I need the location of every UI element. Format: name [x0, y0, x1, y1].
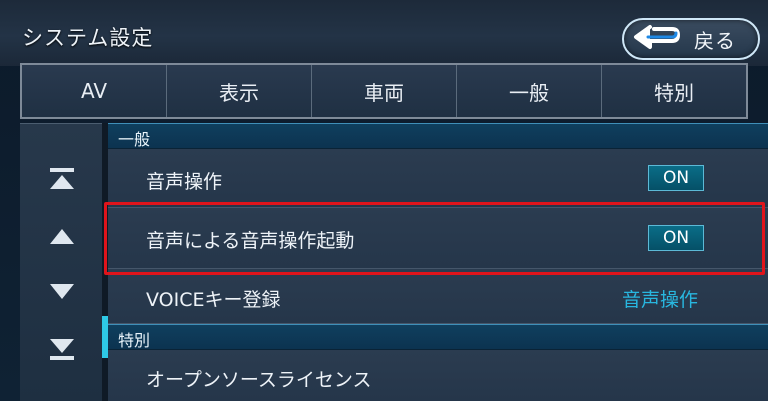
scroll-down-icon: [50, 284, 74, 299]
list-item-label: 音声操作: [146, 171, 223, 193]
category-tabs: AV 表示 車両 一般 特別: [20, 63, 748, 119]
tab-display[interactable]: 表示: [166, 65, 311, 117]
tab-av[interactable]: AV: [22, 65, 166, 117]
list-item-label: オープンソースライセンス: [146, 369, 372, 391]
back-button[interactable]: 戻る: [622, 18, 760, 60]
voice-key-value: 音声操作: [621, 289, 698, 311]
list-item-voice-key[interactable]: VOICEキー登録 音声操作: [108, 269, 768, 324]
scroll-top-icon: [50, 168, 74, 189]
voice-operation-toggle[interactable]: ON: [648, 165, 704, 191]
tab-special[interactable]: 特別: [601, 65, 746, 117]
tab-vehicle[interactable]: 車両: [311, 65, 456, 117]
list-item-open-source-license[interactable]: オープンソースライセンス: [108, 350, 768, 401]
list-item-label: 音声による音声操作起動: [146, 230, 355, 252]
scroll-down-button[interactable]: [40, 277, 84, 307]
list-item-label: VOICEキー登録: [146, 289, 281, 311]
scroll-control-panel: [20, 123, 102, 401]
voice-activation-toggle[interactable]: ON: [648, 225, 704, 251]
scroll-bottom-button[interactable]: [40, 334, 84, 364]
scroll-up-button[interactable]: [40, 221, 84, 251]
list-item-voice-activation[interactable]: 音声による音声操作起動 ON: [108, 208, 768, 269]
scroll-up-icon: [50, 229, 74, 244]
section-header-general: 一般: [108, 123, 768, 149]
section-header-label: 特別: [118, 331, 151, 350]
back-arrow-icon: [634, 25, 680, 49]
list-item-voice-operation[interactable]: 音声操作 ON: [108, 149, 768, 208]
scroll-top-button[interactable]: [40, 164, 84, 194]
settings-list: 一般 音声操作 ON 音声による音声操作起動 ON VOICEキー登録 音声操作…: [108, 123, 768, 401]
section-header-label: 一般: [118, 130, 151, 149]
header-bar: システム設定 戻る: [0, 0, 768, 66]
section-header-special: 特別: [108, 324, 768, 350]
scroll-bottom-icon: [50, 339, 74, 360]
tab-general[interactable]: 一般: [456, 65, 601, 117]
page-title: システム設定: [22, 26, 154, 50]
back-button-label: 戻る: [694, 28, 736, 53]
